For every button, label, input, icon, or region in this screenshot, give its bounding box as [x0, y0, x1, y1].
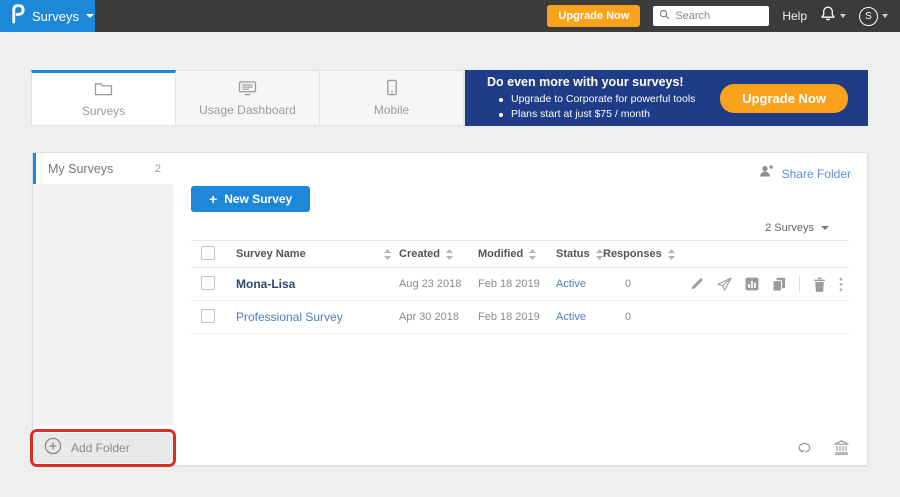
- responses-cell: 0: [603, 278, 675, 290]
- promo-bullet: Plans start at just $75 / month: [487, 107, 720, 122]
- notifications-menu[interactable]: [820, 5, 846, 27]
- folder-icon: [94, 81, 113, 100]
- chevron-down-icon: [86, 14, 94, 18]
- survey-count-dropdown[interactable]: 2 Surveys: [765, 222, 829, 234]
- select-all-cell: [191, 246, 236, 263]
- search-box[interactable]: [653, 6, 769, 26]
- table-row: Professional Survey Apr 30 2018 Feb 18 2…: [191, 301, 849, 334]
- dashboard-icon: [238, 80, 257, 99]
- history-icon[interactable]: [797, 441, 814, 454]
- account-menu[interactable]: S: [859, 7, 888, 26]
- created-cell: Apr 30 2018: [399, 311, 478, 323]
- new-survey-button[interactable]: + New Survey: [191, 186, 310, 212]
- help-link[interactable]: Help: [782, 9, 807, 23]
- upgrade-now-cta-button[interactable]: Upgrade Now: [720, 84, 848, 113]
- mobile-icon: [386, 79, 398, 99]
- column-header-responses: Responses: [603, 248, 662, 260]
- column-header-created: Created: [399, 248, 440, 260]
- add-folder-button[interactable]: Add Folder: [34, 433, 172, 463]
- folder-name: My Surveys: [48, 162, 113, 176]
- tab-usage-dashboard[interactable]: Usage Dashboard: [176, 71, 320, 125]
- promo-title: Do even more with your surveys!: [487, 75, 720, 89]
- modified-cell: Feb 18 2019: [478, 311, 556, 323]
- chevron-down-icon: [882, 14, 888, 18]
- more-options-icon[interactable]: [839, 277, 843, 292]
- report-icon[interactable]: [745, 277, 759, 291]
- sort-icon[interactable]: [596, 249, 603, 260]
- annotation-highlight: Add Folder: [30, 429, 176, 467]
- send-icon[interactable]: [717, 277, 732, 291]
- sort-icon[interactable]: [446, 249, 453, 260]
- modified-cell: Feb 18 2019: [478, 278, 556, 290]
- survey-name-link[interactable]: Professional Survey: [236, 310, 343, 324]
- table-row: Mona-Lisa Aug 23 2018 Feb 18 2019 Active…: [191, 268, 849, 301]
- responses-cell: 0: [603, 311, 675, 323]
- column-header-status: Status: [556, 248, 590, 260]
- search-icon: [659, 7, 670, 25]
- share-folder-button[interactable]: Share Folder: [758, 164, 851, 183]
- plus-circle-icon: [44, 437, 62, 460]
- divider: [799, 275, 800, 293]
- sort-icon[interactable]: [529, 249, 536, 260]
- status-badge: Active: [556, 278, 586, 290]
- top-bar: Surveys Upgrade Now Help S: [0, 0, 900, 32]
- survey-list-panel: Share Folder + New Survey 2 Surveys Surv…: [173, 153, 867, 465]
- surveys-table: Survey Name Created Modified: [191, 240, 849, 334]
- sort-icon[interactable]: [384, 249, 391, 260]
- upgrade-now-button[interactable]: Upgrade Now: [547, 5, 640, 27]
- surveys-card: My Surveys 2 Add Folder Share Folder + N…: [32, 152, 868, 466]
- tab-label: Mobile: [374, 103, 409, 117]
- folders-sidebar: My Surveys 2 Add Folder: [33, 153, 173, 465]
- select-all-checkbox[interactable]: [201, 246, 215, 260]
- edit-icon[interactable]: [690, 277, 704, 291]
- module-tabs: Surveys Usage Dashboard Mobile: [32, 70, 465, 126]
- share-folder-label: Share Folder: [782, 167, 851, 181]
- column-header-survey-name: Survey Name: [236, 248, 306, 260]
- add-folder-label: Add Folder: [71, 441, 130, 455]
- folder-list-panel: [33, 184, 173, 425]
- sidebar-item-my-surveys[interactable]: My Surveys 2: [33, 153, 173, 184]
- brand-product-name: Surveys: [32, 9, 79, 24]
- tab-surveys[interactable]: Surveys: [31, 70, 176, 125]
- plus-icon: +: [209, 194, 217, 204]
- survey-name-link[interactable]: Mona-Lisa: [236, 277, 295, 291]
- tab-mobile[interactable]: Mobile: [320, 71, 464, 125]
- survey-count-label: 2 Surveys: [765, 222, 814, 234]
- chevron-down-icon: [840, 14, 846, 18]
- tab-label: Surveys: [82, 104, 125, 118]
- tab-label: Usage Dashboard: [199, 103, 296, 117]
- chevron-down-icon: [821, 226, 829, 230]
- avatar: S: [859, 7, 878, 26]
- sort-icon[interactable]: [668, 249, 675, 260]
- promo-banner: Do even more with your surveys! Upgrade …: [465, 70, 868, 126]
- brand-logo-icon: [10, 3, 25, 29]
- folder-count-badge: 2: [155, 163, 161, 175]
- promo-bullet: Upgrade to Corporate for powerful tools: [487, 92, 720, 107]
- delete-icon[interactable]: [813, 277, 826, 292]
- brand-menu[interactable]: Surveys: [0, 0, 95, 32]
- recycle-bin-icon[interactable]: [834, 440, 849, 455]
- search-input[interactable]: [675, 10, 763, 22]
- bell-icon: [820, 5, 836, 27]
- column-header-modified: Modified: [478, 248, 523, 260]
- row-checkbox[interactable]: [201, 276, 215, 290]
- table-header-row: Survey Name Created Modified: [191, 240, 849, 268]
- new-survey-label: New Survey: [224, 192, 292, 206]
- copy-icon[interactable]: [772, 277, 786, 292]
- created-cell: Aug 23 2018: [399, 278, 478, 290]
- status-badge: Active: [556, 311, 586, 323]
- add-user-icon: [758, 164, 775, 183]
- row-checkbox[interactable]: [201, 309, 215, 323]
